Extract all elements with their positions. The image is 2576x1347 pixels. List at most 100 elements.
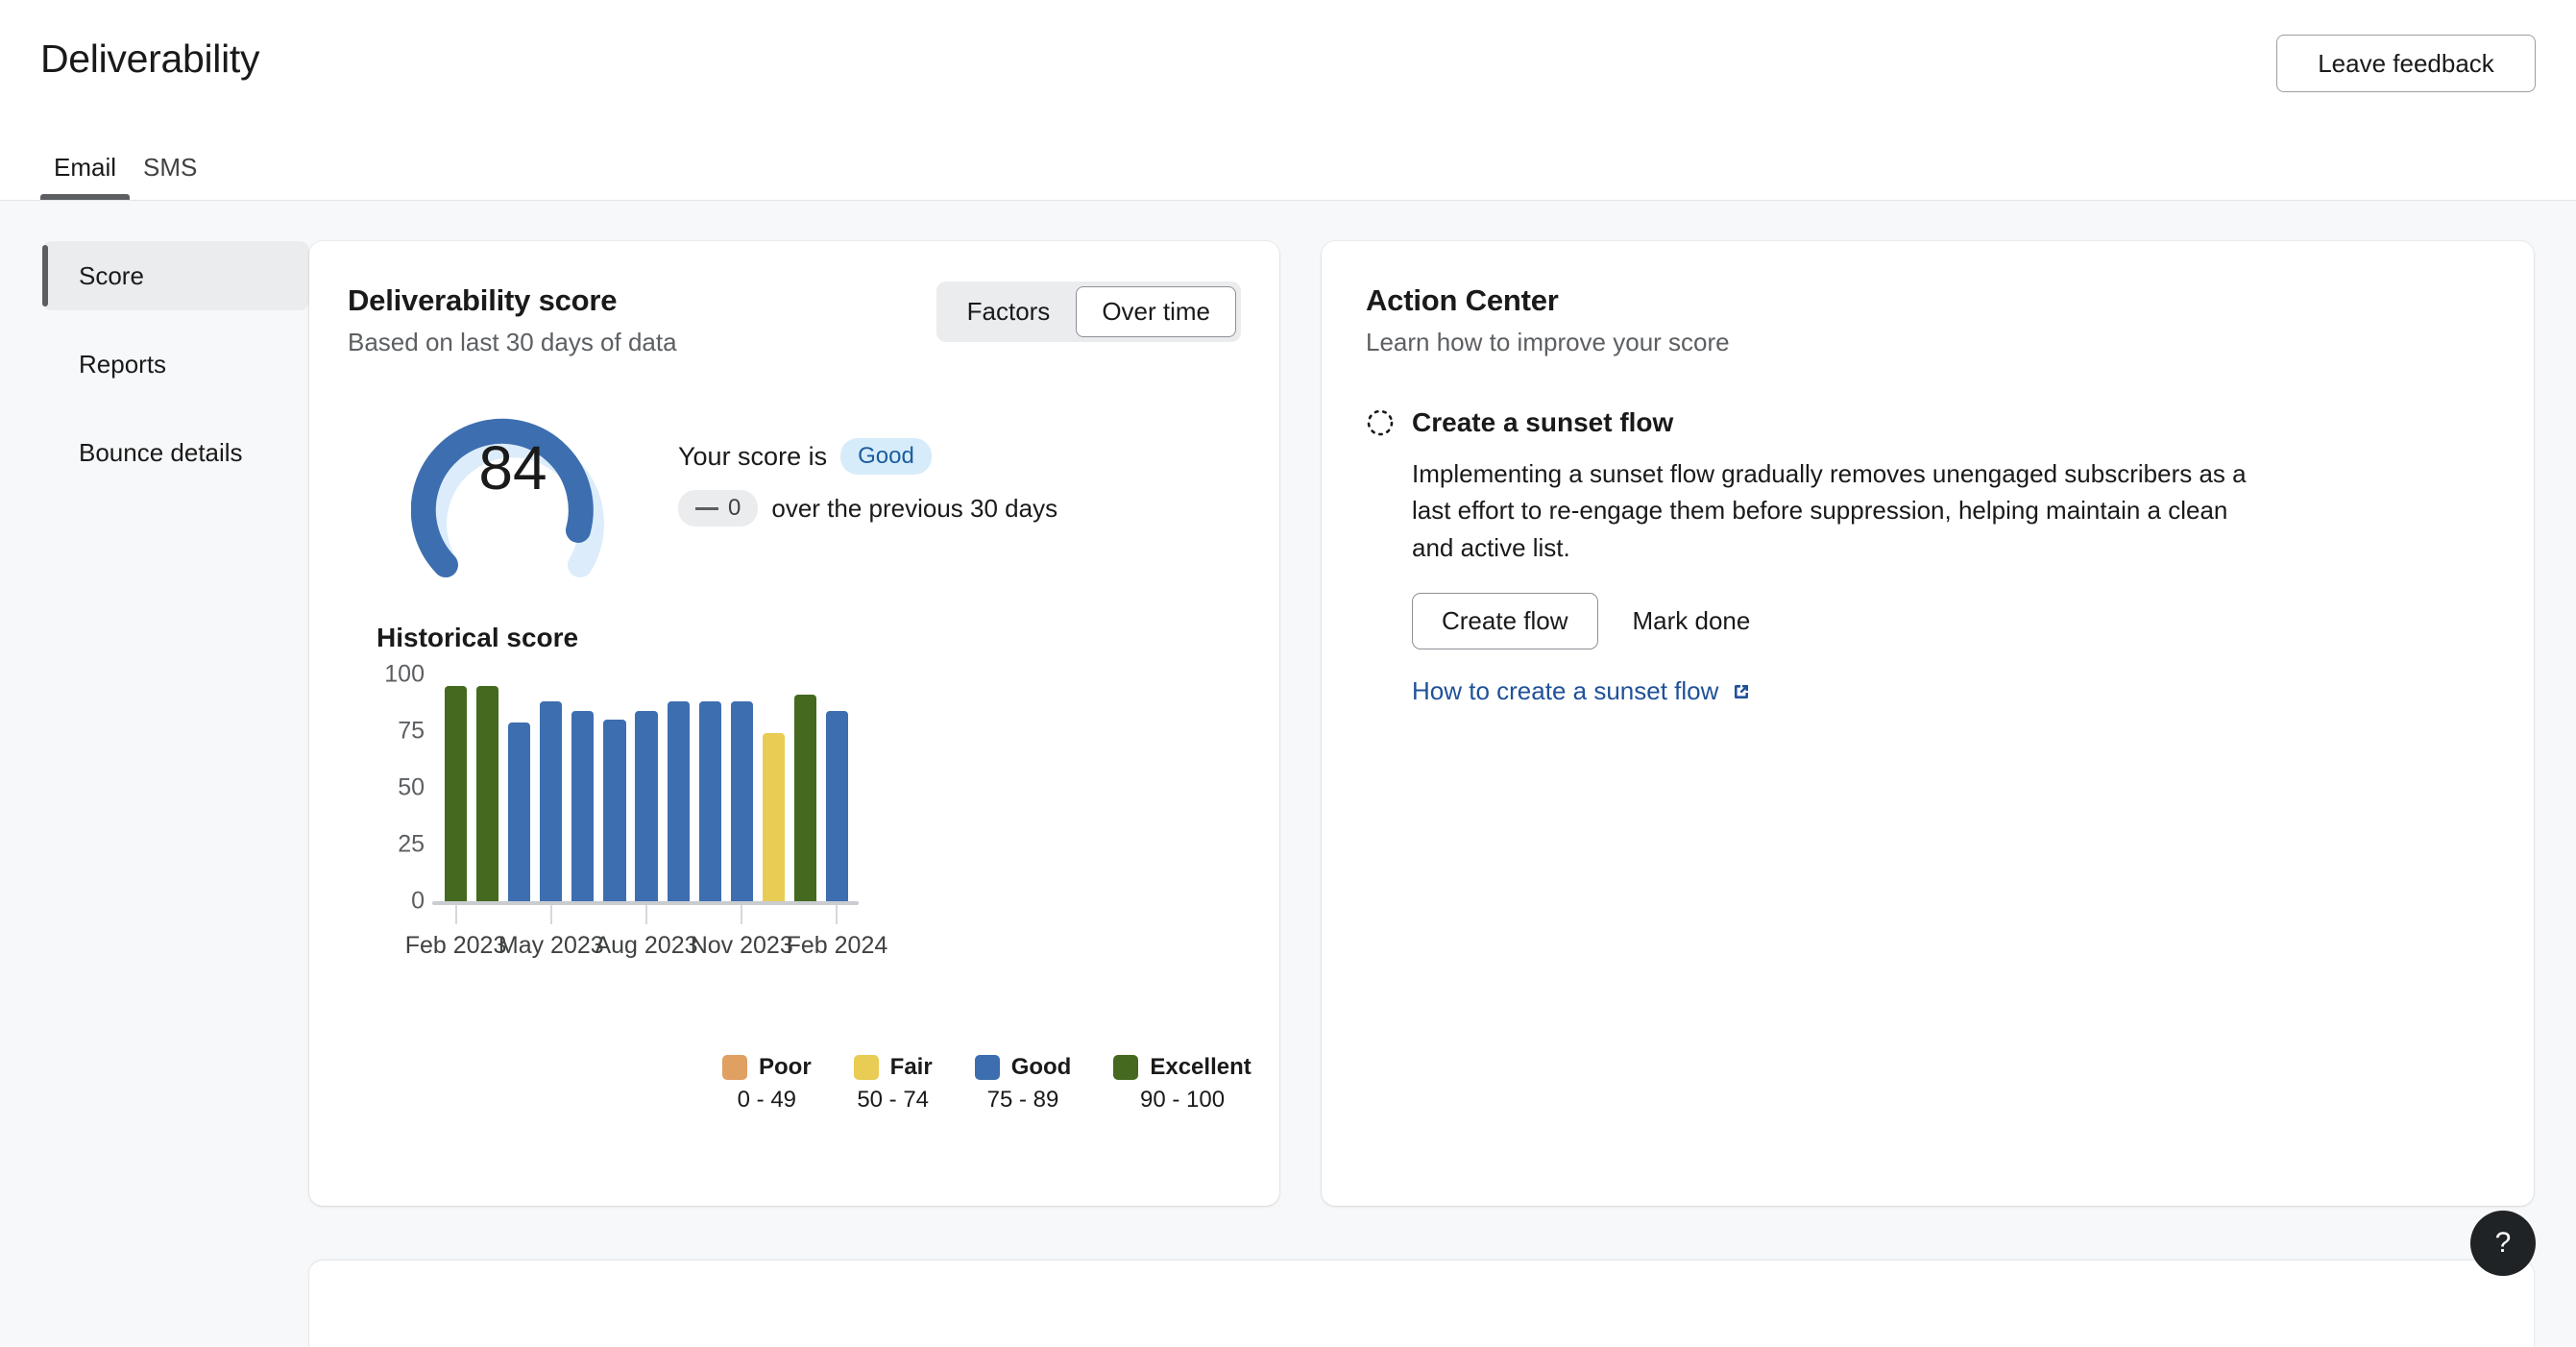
chart-bar[interactable] (667, 701, 690, 901)
link-label: How to create a sunset flow (1412, 676, 1719, 706)
tab-sms[interactable]: SMS (130, 153, 210, 200)
chart-bar[interactable] (508, 722, 531, 901)
x-tick-label: Feb 2023 (404, 932, 507, 959)
bar-slot[interactable] (598, 674, 630, 901)
delta-badge: 0 (678, 490, 759, 527)
legend-range: 50 - 74 (857, 1087, 930, 1113)
bar-slot[interactable] (726, 674, 758, 901)
legend-item: Poor 0 - 49 (722, 1054, 812, 1114)
gauge-value: 84 (478, 433, 547, 502)
action-item-header: Create a sunset flow (1366, 407, 2490, 438)
dotted-circle-icon (1367, 409, 1394, 436)
legend-range: 75 - 89 (986, 1087, 1059, 1113)
sidebar-item-label: Score (79, 260, 144, 290)
action-item-sunset-flow: Create a sunset flow Implementing a suns… (1366, 407, 2490, 706)
sidebar-item-score[interactable]: Score (42, 241, 309, 310)
bar-slot[interactable] (472, 674, 503, 901)
legend-item-header: Poor (722, 1054, 812, 1081)
legend-label: Good (1010, 1054, 1072, 1080)
segment-factors[interactable]: Factors (941, 286, 1077, 337)
tab-email[interactable]: Email (40, 153, 131, 200)
chart-bar[interactable] (730, 701, 753, 901)
delta-suffix-label: over the previous 30 days (771, 493, 1058, 523)
chart-bar[interactable] (825, 710, 849, 901)
bar-slot[interactable] (663, 674, 694, 901)
bar-slot[interactable] (694, 674, 726, 901)
chart-legend: Poor 0 - 49 Fair 50 - 74 Good 75 - 89 Excellen… (722, 1054, 1252, 1114)
bar-slot[interactable] (567, 674, 598, 901)
status-badge: Good (840, 438, 932, 475)
x-tick-label: Feb 2024 (786, 932, 888, 959)
chart-bar[interactable] (762, 733, 785, 901)
legend-item: Excellent 90 - 100 (1113, 1054, 1252, 1114)
chart-plot-area (440, 674, 853, 901)
how-to-create-sunset-flow-link[interactable]: How to create a sunset flow (1412, 676, 1753, 706)
segment-over-time[interactable]: Over time (1076, 286, 1236, 337)
historical-score-title: Historical score (377, 623, 579, 652)
bar-slot[interactable] (630, 674, 662, 901)
x-tick-mark (836, 905, 838, 924)
action-center-title: Action Center (1366, 283, 1559, 317)
x-tick-mark (741, 905, 743, 924)
bar-slot[interactable] (758, 674, 790, 901)
y-tick-label: 75 (398, 717, 425, 745)
y-tick-label: 50 (398, 773, 425, 801)
x-tick-mark (549, 905, 552, 924)
legend-label: Poor (759, 1054, 812, 1080)
chart-bar[interactable] (540, 701, 563, 901)
legend-item: Good 75 - 89 (974, 1054, 1072, 1114)
y-tick-label: 25 (398, 830, 425, 858)
sidebar-item-label: Bounce details (79, 437, 243, 467)
x-tick-label: Aug 2023 (595, 932, 698, 959)
x-tick-label: Nov 2023 (690, 932, 793, 959)
legend-range: 90 - 100 (1140, 1087, 1226, 1113)
chart-bar[interactable] (793, 695, 816, 901)
chart-x-tick-marks (440, 905, 853, 924)
x-tick-mark (454, 905, 457, 924)
bar-slot[interactable] (440, 674, 472, 901)
help-button[interactable]: ? (2470, 1211, 2536, 1276)
score-gauge: 84 (410, 386, 615, 578)
deliverability-score-card: Deliverability score Based on last 30 da… (309, 241, 1279, 1206)
top-bar: Deliverability Leave feedback Email SMS (0, 0, 2576, 201)
gauge-row: 84 Your score is Good 0 over the previou… (348, 386, 1241, 578)
external-link-icon (1735, 684, 1749, 698)
chart-bar[interactable] (603, 720, 626, 901)
chart-bar[interactable] (444, 685, 468, 901)
x-tick-label: May 2023 (498, 932, 604, 959)
delta-value: 0 (728, 495, 741, 521)
content-area: Score Reports Bounce details Deliverabil… (0, 201, 2576, 1206)
bar-slot[interactable] (535, 674, 567, 901)
action-item-description: Implementing a sunset flow gradually rem… (1412, 459, 2247, 562)
score-prefix-label: Your score is (678, 441, 828, 471)
action-item-title: Create a sunset flow (1412, 407, 1674, 437)
mark-done-button[interactable]: Mark done (1612, 594, 1772, 649)
legend-item-header: Excellent (1113, 1054, 1252, 1081)
bar-slot[interactable] (821, 674, 853, 901)
tab-bar: Email SMS (40, 153, 210, 200)
legend-label: Excellent (1150, 1054, 1252, 1080)
view-segmented-control: Factors Over time (936, 282, 1241, 342)
bottom-partial-card (309, 1261, 2534, 1347)
sidebar-item-bounce-details[interactable]: Bounce details (42, 418, 309, 487)
score-delta-line: 0 over the previous 30 days (678, 490, 1057, 527)
page-title: Deliverability (40, 37, 260, 81)
bar-slot[interactable] (503, 674, 535, 901)
chart-bar[interactable] (698, 701, 721, 901)
legend-label: Fair (889, 1054, 933, 1080)
create-flow-button[interactable]: Create flow (1412, 593, 1598, 650)
chart-bar[interactable] (476, 685, 499, 901)
legend-item-header: Good (974, 1054, 1072, 1081)
legend-range: 0 - 49 (737, 1087, 797, 1113)
chart-bar[interactable] (635, 710, 658, 901)
y-tick-label: 0 (411, 887, 425, 915)
leave-feedback-button[interactable]: Leave feedback (2276, 35, 2536, 92)
score-summary: Your score is Good 0 over the previous 3… (678, 438, 1057, 527)
sidebar-item-reports[interactable]: Reports (42, 330, 309, 399)
sidebar: Score Reports Bounce details (0, 241, 309, 1206)
action-center-card: Action Center Learn how to improve your … (1322, 241, 2534, 1206)
legend-swatch-icon (853, 1055, 879, 1080)
historical-score-chart: 100 75 50 25 0 Feb 2023 May 2023 Aug 2023 Nov 2… (348, 661, 1241, 963)
chart-bar[interactable] (571, 710, 595, 901)
bar-slot[interactable] (790, 674, 821, 901)
